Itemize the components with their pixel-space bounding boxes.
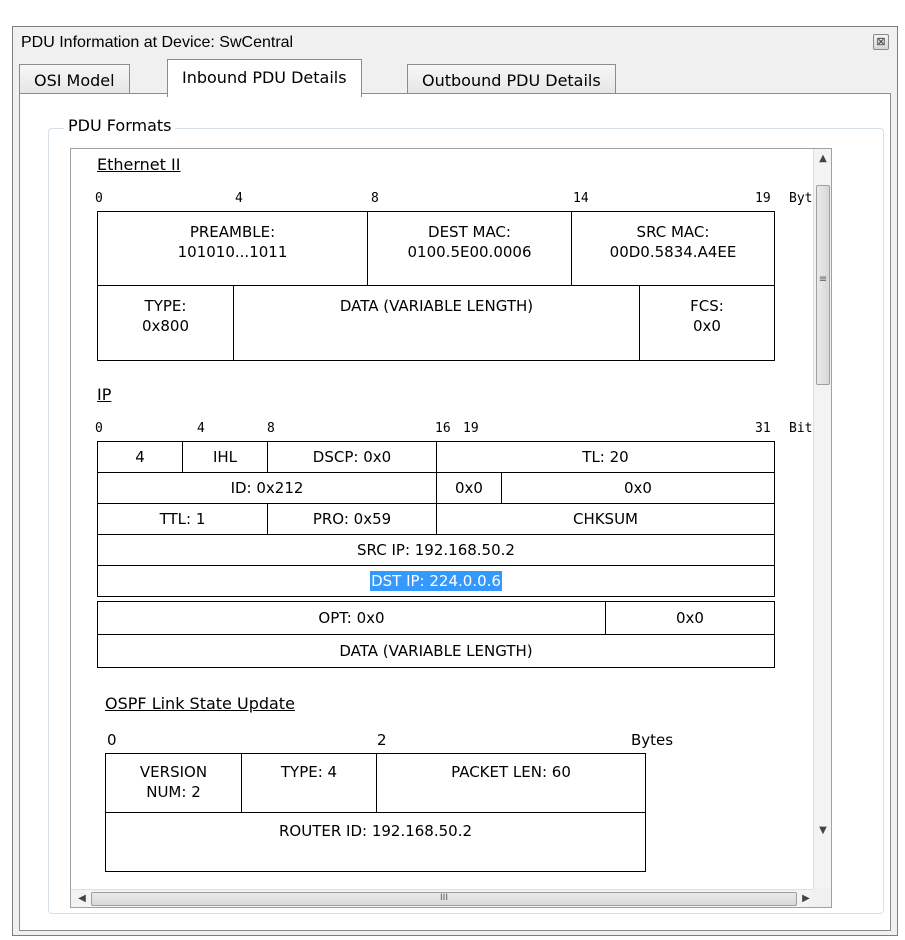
ip-ruler-31: 31: [755, 421, 771, 436]
ospf-version-label: VERSION: [139, 763, 208, 781]
close-icon[interactable]: ⊠: [873, 34, 889, 50]
ospf-version-value: NUM: 2: [146, 783, 201, 801]
tab-outbound-pdu-details[interactable]: Outbound PDU Details: [407, 64, 616, 96]
dest-mac-label: DEST MAC:: [428, 223, 511, 241]
ip-version-value: 4: [135, 448, 145, 466]
checksum-field: CHKSUM: [436, 503, 775, 535]
ospf-router-id-value: ROUTER ID: 192.168.50.2: [278, 822, 473, 840]
ip-ruler-16: 16: [435, 421, 451, 436]
ttl-value: TTL: 1: [159, 510, 206, 528]
options-field: OPT: 0x0: [97, 601, 606, 635]
fcs-value: 0x0: [693, 317, 721, 335]
pdu-content: Ethernet II 0 4 8 14 19 Byt PREAMBLE: 101…: [71, 149, 831, 891]
fragment-offset-field: 0x0: [501, 472, 775, 504]
identification-field: ID: 0x212: [97, 472, 437, 504]
scroll-up-icon[interactable]: ▲: [814, 153, 831, 164]
grip-icon: III: [440, 893, 448, 903]
tab-label: Inbound PDU Details: [182, 68, 347, 87]
vertical-scrollbar[interactable]: ▲ ≡ ▼: [813, 149, 831, 891]
src-ip-value: SRC IP: 192.168.50.2: [357, 541, 515, 559]
ospf-type-field: TYPE: 4: [241, 753, 377, 813]
ospf-packet-length-value: PACKET LEN: 60: [451, 763, 571, 781]
inbound-tab-panel: PDU Formats Ethernet II 0 4 8 14 19 Byt …: [19, 93, 891, 931]
window-title: PDU Information at Device: SwCentral: [21, 34, 294, 51]
ethernet-ruler-19: 19: [755, 191, 771, 206]
total-length-value: TL: 20: [582, 448, 629, 466]
ospf-packet-length-field: PACKET LEN: 60: [376, 753, 646, 813]
ospf-type-value: TYPE: 4: [280, 763, 338, 781]
ethernet-section-title: Ethernet II: [97, 155, 181, 174]
dscp-value: DSCP: 0x0: [312, 448, 392, 466]
ospf-ruler-2: 2: [377, 731, 387, 749]
ethernet-ruler-14: 14: [573, 191, 589, 206]
scroll-left-icon[interactable]: ◀: [73, 893, 91, 904]
ethernet-data-label: DATA (VARIABLE LENGTH): [339, 297, 534, 315]
dst-ip-value-selected[interactable]: DST IP: 224.0.0.6: [370, 571, 502, 591]
dscp-field: DSCP: 0x0: [267, 441, 437, 473]
flags-field: 0x0: [436, 472, 502, 504]
ihl-field: IHL: [182, 441, 268, 473]
tab-label: Outbound PDU Details: [422, 71, 601, 90]
ip-version-field: 4: [97, 441, 183, 473]
horizontal-scroll-thumb[interactable]: III: [91, 892, 797, 906]
tab-strip: OSI Model Inbound PDU Details Outbound P…: [19, 59, 879, 97]
identification-value: ID: 0x212: [230, 479, 304, 497]
ethernet-type-value: 0x800: [141, 317, 190, 335]
scroll-down-icon[interactable]: ▼: [814, 825, 831, 836]
checksum-label: CHKSUM: [572, 510, 639, 528]
preamble-field: PREAMBLE: 101010...1011: [97, 211, 368, 287]
pdu-info-window: PDU Information at Device: SwCentral ⊠ O…: [12, 26, 898, 936]
ip-ruler-19: 19: [463, 421, 479, 436]
ttl-field: TTL: 1: [97, 503, 268, 535]
fragment-offset-value: 0x0: [624, 479, 652, 497]
options-value: OPT: 0x0: [318, 609, 385, 627]
flags-value: 0x0: [455, 479, 483, 497]
padding-field: 0x0: [605, 601, 775, 635]
ethernet-ruler-0: 0: [95, 191, 103, 206]
ospf-router-id-field: ROUTER ID: 192.168.50.2: [105, 812, 646, 872]
horizontal-scrollbar[interactable]: ◀ III ▶: [71, 889, 815, 907]
tab-inbound-pdu-details[interactable]: Inbound PDU Details: [167, 59, 362, 97]
ethernet-ruler-4: 4: [235, 191, 243, 206]
tab-osi-model[interactable]: OSI Model: [19, 64, 130, 96]
ethernet-type-label: TYPE:: [144, 297, 187, 315]
ethernet-ruler-unit: Byt: [789, 191, 813, 206]
title-bar: PDU Information at Device: SwCentral ⊠: [13, 27, 897, 61]
ospf-section-title: OSPF Link State Update: [105, 694, 295, 713]
src-mac-field: SRC MAC: 00D0.5834.A4EE: [571, 211, 775, 287]
src-ip-field: SRC IP: 192.168.50.2: [97, 534, 775, 566]
ospf-ruler-unit: Bytes: [631, 731, 674, 749]
ip-ruler-8: 8: [267, 421, 275, 436]
grip-icon: ≡: [818, 274, 828, 285]
dst-ip-field[interactable]: DST IP: 224.0.0.6: [97, 565, 775, 597]
fcs-label: FCS:: [690, 297, 724, 315]
protocol-field: PRO: 0x59: [267, 503, 437, 535]
fcs-field: FCS: 0x0: [639, 285, 775, 361]
padding-value: 0x0: [676, 609, 704, 627]
pdu-scroll-viewport[interactable]: Ethernet II 0 4 8 14 19 Byt PREAMBLE: 101…: [70, 148, 832, 908]
ihl-label: IHL: [212, 448, 238, 466]
ip-ruler-0: 0: [95, 421, 103, 436]
ip-data-label: DATA (VARIABLE LENGTH): [339, 642, 533, 660]
vertical-scroll-thumb[interactable]: ≡: [816, 185, 830, 385]
group-legend: PDU Formats: [64, 116, 176, 135]
preamble-value: 101010...1011: [177, 243, 288, 261]
ospf-ruler-0: 0: [107, 731, 117, 749]
scrollbar-corner: [813, 889, 831, 907]
dest-mac-field: DEST MAC: 0100.5E00.0006: [367, 211, 572, 287]
dest-mac-value: 0100.5E00.0006: [407, 243, 532, 261]
ospf-version-field: VERSION NUM: 2: [105, 753, 242, 813]
total-length-field: TL: 20: [436, 441, 775, 473]
ethernet-ruler-8: 8: [371, 191, 379, 206]
ip-section-title: IP: [97, 385, 112, 404]
src-mac-label: SRC MAC:: [636, 223, 710, 241]
ip-ruler-4: 4: [197, 421, 205, 436]
protocol-value: PRO: 0x59: [312, 510, 392, 528]
preamble-label: PREAMBLE:: [189, 223, 276, 241]
ethernet-type-field: TYPE: 0x800: [97, 285, 234, 361]
ethernet-data-field: DATA (VARIABLE LENGTH): [233, 285, 640, 361]
ip-data-field: DATA (VARIABLE LENGTH): [97, 634, 775, 668]
src-mac-value: 00D0.5834.A4EE: [609, 243, 737, 261]
tab-label: OSI Model: [34, 71, 115, 90]
